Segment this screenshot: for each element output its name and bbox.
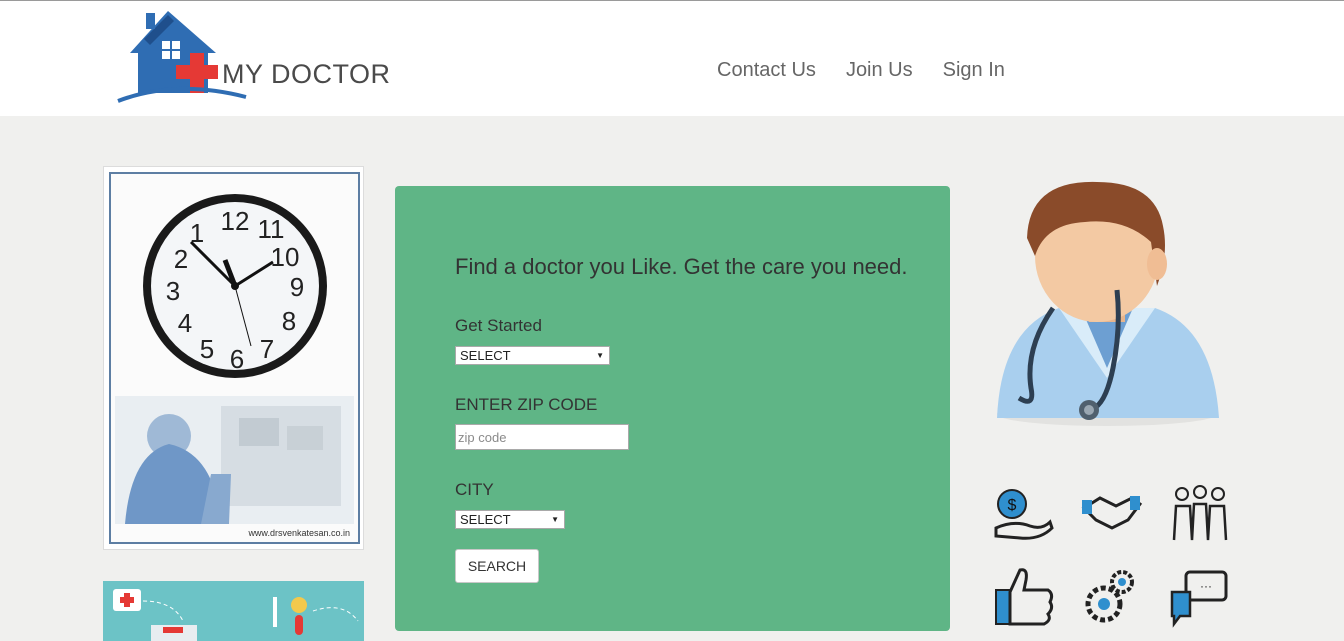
doctor-avatar-icon [997, 181, 1219, 426]
get-started-select[interactable]: SELECT ▼ [455, 346, 610, 365]
svg-text:···: ··· [1200, 579, 1212, 593]
gears-icon [1085, 570, 1134, 623]
svg-text:12: 12 [221, 206, 250, 236]
feature-icons: $ ··· [994, 485, 1228, 628]
svg-text:3: 3 [166, 276, 180, 306]
doctor-search-panel: Find a doctor you Like. Get the care you… [395, 186, 950, 631]
clock-illustration: 12 11 10 9 8 7 6 5 4 3 2 1 [115, 194, 354, 524]
get-started-label: Get Started [455, 316, 542, 335]
svg-text:$: $ [1008, 497, 1017, 514]
medical-banner-illustration [113, 589, 359, 641]
logo-icon[interactable] [116, 5, 398, 105]
svg-text:9: 9 [290, 272, 304, 302]
panel-title: Find a doctor you Like. Get the care you… [455, 254, 908, 279]
site-header: MY DOCTOR Contact Us Join Us Sign In [0, 1, 1344, 116]
chevron-down-icon: ▼ [551, 515, 559, 524]
svg-text:7: 7 [260, 334, 274, 364]
clock-image-card: 12 11 10 9 8 7 6 5 4 3 2 1 www.drsvenkat… [103, 166, 364, 550]
thumbs-up-icon [995, 568, 1054, 626]
svg-text:4: 4 [178, 308, 192, 338]
nav-join-us[interactable]: Join Us [846, 59, 913, 82]
medical-banner-image [103, 581, 364, 641]
clock-photo: 12 11 10 9 8 7 6 5 4 3 2 1 www.drsvenkat… [109, 172, 360, 544]
city-select[interactable]: SELECT ▼ [455, 510, 565, 529]
search-button[interactable]: SEARCH [455, 549, 539, 583]
svg-text:11: 11 [258, 214, 285, 244]
svg-text:8: 8 [282, 306, 296, 336]
zip-code-label: ENTER ZIP CODE [455, 395, 598, 414]
chevron-down-icon: ▼ [596, 351, 604, 360]
svg-text:5: 5 [200, 334, 214, 364]
city-label: CITY [455, 480, 494, 499]
brand-name: MY DOCTOR [222, 59, 391, 89]
svg-text:2: 2 [174, 244, 188, 274]
nav-contact-us[interactable]: Contact Us [717, 59, 816, 82]
chat-bubbles-icon: ··· [1170, 570, 1228, 628]
handshake-icon [1081, 496, 1143, 530]
nav-sign-in[interactable]: Sign In [943, 59, 1005, 82]
photo-caption: www.drsvenkatesan.co.in [248, 528, 350, 538]
svg-text:6: 6 [230, 344, 244, 374]
get-started-select-value: SELECT [460, 348, 511, 363]
people-group-icon [1172, 485, 1228, 541]
zip-code-input[interactable] [455, 424, 629, 450]
main-nav: Contact Us Join Us Sign In [717, 59, 1005, 82]
money-hand-icon: $ [994, 489, 1054, 540]
svg-text:10: 10 [271, 242, 300, 272]
city-select-value: SELECT [460, 512, 511, 527]
